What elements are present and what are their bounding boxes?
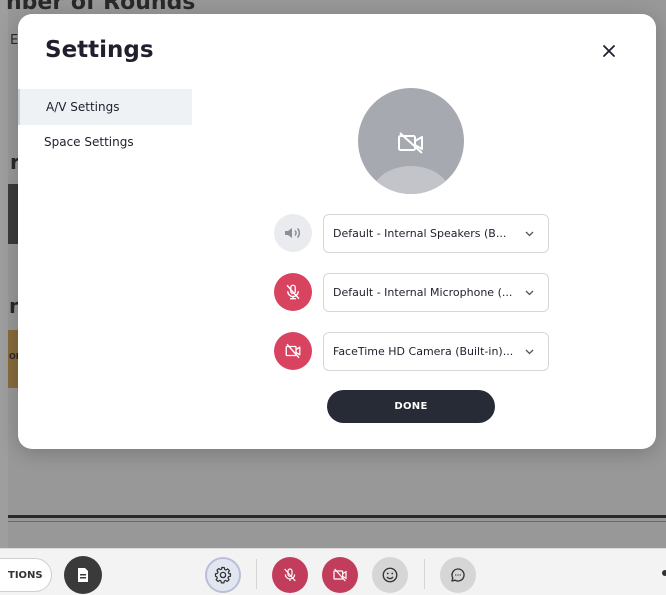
speaker-icon <box>285 227 300 239</box>
document-button[interactable] <box>64 556 102 594</box>
settings-modal: Settings A/V Settings Space Settings Def… <box>18 14 656 449</box>
microphone-toggle[interactable] <box>274 273 312 311</box>
camera-off-icon <box>333 568 347 582</box>
emoji-icon <box>382 567 398 583</box>
sidebar-item-label: A/V Settings <box>46 100 120 114</box>
options-button[interactable]: TIONS <box>0 558 52 592</box>
settings-button[interactable] <box>205 557 241 593</box>
chat-icon <box>451 568 465 582</box>
emoji-button[interactable] <box>372 557 408 593</box>
document-icon <box>78 568 88 582</box>
camera-toggle[interactable] <box>274 332 312 370</box>
done-button[interactable]: DONE <box>327 390 495 423</box>
close-button[interactable] <box>597 39 621 63</box>
speaker-select-value: Default - Internal Speakers (B... <box>333 227 507 240</box>
bottom-toolbar: TIONS <box>0 548 666 595</box>
close-icon <box>603 45 615 57</box>
camera-off-icon <box>285 343 301 359</box>
toolbar-separator <box>424 559 425 589</box>
chevron-down-icon <box>525 231 534 236</box>
chat-button[interactable] <box>440 557 476 593</box>
avatar-silhouette <box>371 166 451 194</box>
camera-toggle-button[interactable] <box>322 557 358 593</box>
sidebar-item-av-settings[interactable]: A/V Settings <box>18 89 192 125</box>
video-preview-avatar <box>358 88 464 194</box>
microphone-off-icon <box>284 568 296 582</box>
camera-off-icon <box>398 132 423 154</box>
chevron-down-icon <box>525 349 534 354</box>
camera-select[interactable]: FaceTime HD Camera (Built-in)... <box>323 332 549 371</box>
microphone-select[interactable]: Default - Internal Microphone (... <box>323 273 549 312</box>
speaker-select[interactable]: Default - Internal Speakers (B... <box>323 214 549 253</box>
sidebar-item-label: Space Settings <box>44 135 134 149</box>
microphone-toggle-button[interactable] <box>272 557 308 593</box>
microphone-off-icon <box>286 284 300 300</box>
gear-icon <box>214 566 232 584</box>
chevron-down-icon <box>525 290 534 295</box>
modal-title: Settings <box>45 37 154 63</box>
speaker-button[interactable] <box>274 214 312 252</box>
sidebar-item-space-settings[interactable]: Space Settings <box>18 124 192 160</box>
microphone-select-value: Default - Internal Microphone (... <box>333 286 513 299</box>
toolbar-edge-dot <box>662 570 666 576</box>
camera-select-value: FaceTime HD Camera (Built-in)... <box>333 345 514 358</box>
toolbar-separator <box>256 559 257 589</box>
